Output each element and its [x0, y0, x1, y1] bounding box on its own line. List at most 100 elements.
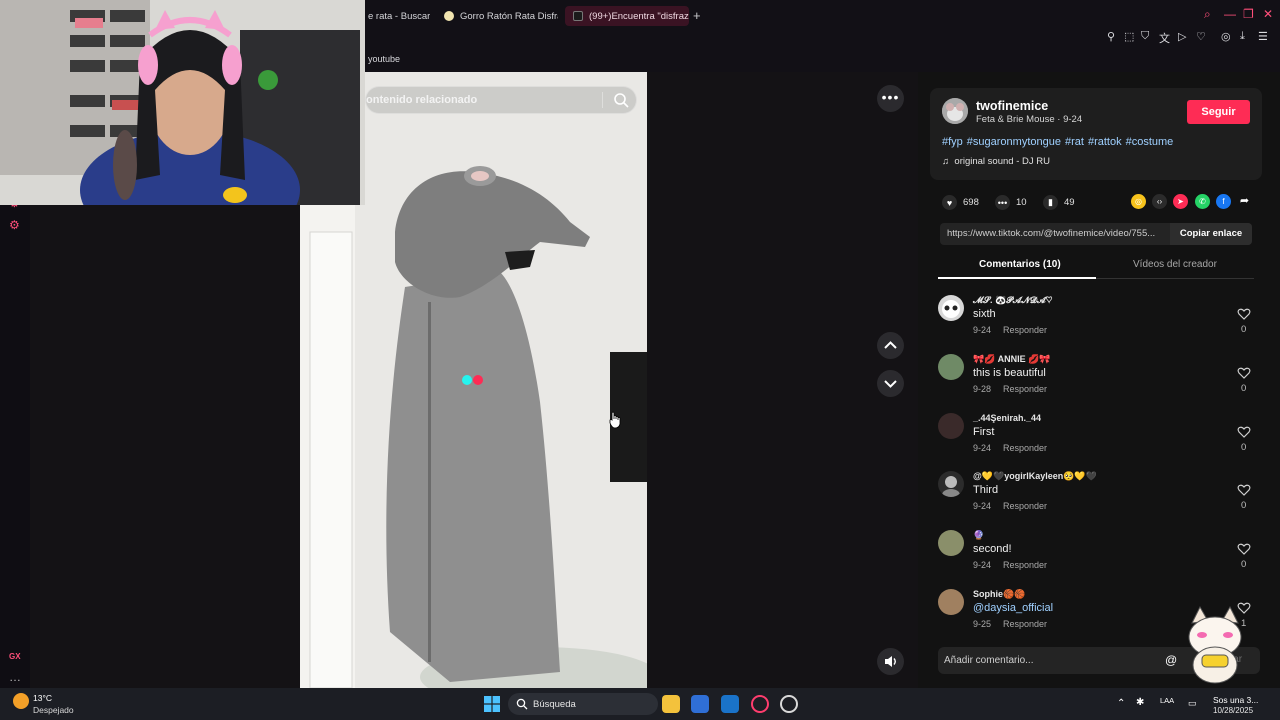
menu-icon[interactable]: ☰: [1258, 30, 1268, 43]
more-options-button[interactable]: •••: [877, 85, 904, 112]
shield-icon[interactable]: ⛉: [1141, 30, 1149, 43]
tab-tiktok-active[interactable]: (99+)Encuentra "disfraz c: [565, 6, 689, 26]
comment-username[interactable]: 🔮: [973, 530, 984, 541]
facebook-icon[interactable]: f: [1216, 194, 1231, 209]
store-icon[interactable]: [691, 695, 709, 713]
next-video-button[interactable]: [877, 370, 904, 397]
whatsapp-icon[interactable]: ✆: [1195, 194, 1210, 209]
reply-button[interactable]: Responder: [1003, 619, 1047, 629]
comment-like-count: 0: [1241, 442, 1247, 453]
previous-video-button[interactable]: [877, 332, 904, 359]
windows-start-icon[interactable]: [484, 696, 500, 712]
close-icon[interactable]: ✕: [1263, 7, 1273, 21]
snapshot-icon[interactable]: ⬚: [1124, 30, 1134, 43]
comment-heart-icon[interactable]: [1237, 542, 1251, 556]
heart-icon[interactable]: ♡: [1196, 30, 1206, 43]
comment-avatar[interactable]: [938, 295, 964, 321]
file-explorer-icon[interactable]: [662, 695, 680, 713]
caption-hashtags: #fyp #sugaronmytongue #rat #rattok #costume: [942, 136, 1177, 148]
comment-heart-icon[interactable]: [1237, 483, 1251, 497]
network-icon[interactable]: ▭: [1188, 698, 1197, 709]
opera-gx-icon[interactable]: [751, 695, 769, 713]
minimize-icon[interactable]: —: [1224, 7, 1236, 21]
hashtag-link[interactable]: #sugaronmytongue: [967, 136, 1061, 148]
reply-button[interactable]: Responder: [1003, 443, 1047, 453]
hashtag-link[interactable]: #costume: [1126, 136, 1174, 148]
pin-icon[interactable]: ⚲: [1107, 30, 1115, 43]
tray-chevron-up-icon[interactable]: ⌃: [1117, 698, 1125, 709]
sidebar-settings-icon[interactable]: ⚙: [9, 218, 20, 232]
tab-comments[interactable]: Comentarios (10): [979, 259, 1061, 270]
comment-avatar[interactable]: [938, 413, 964, 439]
hashtag-link[interactable]: #rat: [1065, 136, 1084, 148]
input-language[interactable]: LAA: [1160, 696, 1174, 705]
creator-avatar[interactable]: [942, 98, 968, 124]
reply-button[interactable]: Responder: [1003, 560, 1047, 570]
comment-stat[interactable]: ••• 10: [995, 195, 1027, 210]
send-share-icon[interactable]: ➤: [1173, 194, 1188, 209]
tab-gorro-raton[interactable]: Gorro Ratón Rata Disfraz: [436, 6, 558, 26]
creator-username[interactable]: twofinemice: [976, 99, 1048, 113]
maximize-icon[interactable]: ❐: [1243, 7, 1254, 21]
gx-logo-icon[interactable]: GX: [9, 652, 21, 661]
tab-creator-videos[interactable]: Vídeos del creador: [1133, 259, 1217, 270]
search-icon[interactable]: [612, 91, 630, 109]
hashtag-link[interactable]: #fyp: [942, 136, 963, 148]
sound-link[interactable]: ♫ original sound - DJ RU: [942, 156, 1050, 167]
reply-button[interactable]: Responder: [1003, 384, 1047, 394]
copy-link-button[interactable]: Copiar enlace: [1170, 223, 1252, 245]
add-comment-input[interactable]: [944, 650, 1144, 670]
clock-time[interactable]: Sos una 3...: [1213, 695, 1258, 705]
comment-username[interactable]: 🎀💋 ANNIE 💋🎀: [973, 354, 1051, 365]
sidebar-more-icon[interactable]: …: [9, 670, 21, 684]
tab-search-rata[interactable]: e rata - Buscar c: [360, 6, 430, 26]
like-stat[interactable]: ♥ 698: [942, 195, 979, 210]
comment-username[interactable]: _.44Şenirah._44: [973, 413, 1041, 423]
hashtag-link[interactable]: #rattok: [1088, 136, 1122, 148]
mention-button[interactable]: @: [1165, 653, 1177, 667]
reply-button[interactable]: Responder: [1003, 325, 1047, 335]
comment-avatar[interactable]: [938, 589, 964, 615]
bluetooth-icon[interactable]: ✱: [1136, 697, 1144, 708]
chevron-up-icon: [884, 341, 897, 349]
comment-count: 10: [1016, 197, 1027, 208]
comment-bubble-icon: •••: [995, 195, 1010, 210]
comment-username[interactable]: 𝓜𝓢. 🐼𝓟𝓐𝓝𝓓𝓐♡: [973, 295, 1053, 306]
translate-icon[interactable]: 文: [1159, 30, 1170, 46]
weather-sun-icon[interactable]: [13, 693, 29, 709]
comment-heart-icon[interactable]: [1237, 425, 1251, 439]
comment-heart-icon[interactable]: [1237, 366, 1251, 380]
mouse-avatar-icon: [942, 98, 968, 124]
like-count: 698: [963, 197, 979, 208]
bookmark-youtube[interactable]: youtube: [368, 54, 400, 64]
speaker-icon: [885, 656, 896, 667]
comment-username[interactable]: Sophie🏀🏀: [973, 589, 1025, 600]
comment-avatar[interactable]: [938, 471, 964, 497]
search-divider: [602, 92, 603, 108]
forward-share-icon[interactable]: ➦: [1237, 194, 1252, 209]
mail-icon[interactable]: [721, 695, 739, 713]
search-tabs-icon[interactable]: ⌕: [1204, 7, 1211, 22]
comment-avatar[interactable]: [938, 354, 964, 380]
comment-username[interactable]: @💛🖤yogirlKayleen🥺💛🖤: [973, 471, 1097, 482]
taskbar-search[interactable]: [508, 693, 658, 715]
embed-code-icon[interactable]: ‹›: [1152, 194, 1167, 209]
share-link-url[interactable]: https://www.tiktok.com/@twofinemice/vide…: [947, 228, 1165, 239]
comment-avatar[interactable]: [938, 530, 964, 556]
new-tab-plus-icon[interactable]: +: [693, 8, 701, 23]
play-icon[interactable]: ▷: [1178, 30, 1186, 43]
streamer-webcam: [0, 0, 365, 205]
clock-date[interactable]: 10/28/2025: [1213, 706, 1253, 715]
comment-mention-link[interactable]: @daysia_official: [973, 602, 1053, 614]
reply-button[interactable]: Responder: [1003, 501, 1047, 511]
related-search-input[interactable]: [366, 87, 601, 113]
comment-heart-icon[interactable]: [1237, 307, 1251, 321]
volume-button[interactable]: [877, 648, 904, 675]
save-stat[interactable]: ▮ 49: [1043, 195, 1075, 210]
discord-like-app-icon[interactable]: [780, 695, 798, 713]
follow-button[interactable]: Seguir: [1187, 100, 1250, 124]
account-icon[interactable]: ◎: [1221, 30, 1231, 43]
download-icon[interactable]: ⤓: [1240, 30, 1245, 43]
coin-share-icon[interactable]: ◎: [1131, 194, 1146, 209]
sound-label: original sound - DJ RU: [954, 156, 1050, 167]
